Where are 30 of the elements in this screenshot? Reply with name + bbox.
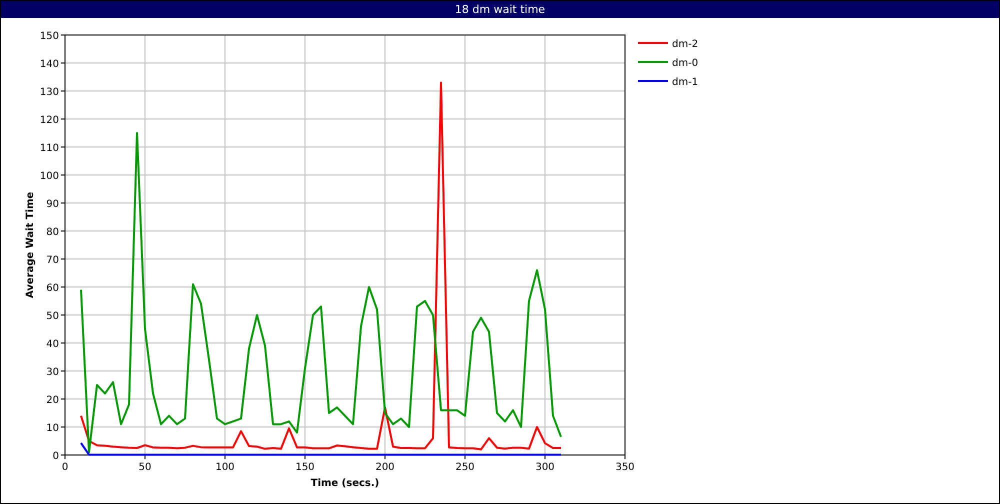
tick-label: 70 [46,255,59,266]
legend-label: dm-2 [672,39,698,50]
legend-label: dm-0 [672,58,698,69]
tick-label: 250 [455,462,475,473]
tick-label: 200 [375,462,395,473]
tick-label: 20 [46,395,59,406]
tick-label: 80 [46,227,59,238]
tick-label: 140 [40,59,59,70]
tick-label: 40 [46,339,59,350]
tick-label: 110 [40,143,59,154]
tick-label: 50 [46,311,59,322]
tick-label: 90 [46,199,59,210]
tick-label: 150 [40,31,59,42]
tick-label: 100 [40,171,59,182]
tick-label: 60 [46,283,59,294]
tick-label: 10 [46,423,59,434]
y-axis-title: Average Wait Time [25,192,36,298]
tick-label: 120 [40,115,59,126]
tick-label: 50 [138,462,152,473]
x-axis-title: Time (secs.) [310,478,380,489]
tick-label: 300 [535,462,555,473]
tick-label: 350 [615,462,635,473]
window-title: 18 dm wait time [454,3,546,16]
tick-label: 100 [215,462,235,473]
tick-label: 130 [40,87,59,98]
tick-label: 0 [52,451,59,462]
tick-label: 150 [295,462,315,473]
tick-label: 0 [62,462,68,473]
tick-label: 30 [46,367,59,378]
legend-label: dm-1 [672,77,698,88]
